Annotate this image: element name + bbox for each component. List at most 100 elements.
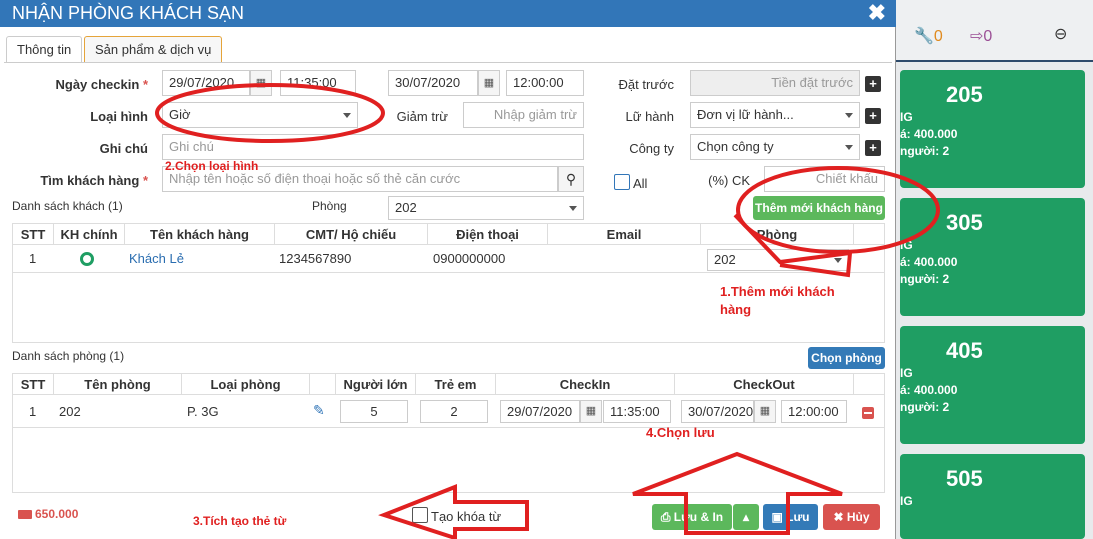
- chevron-down-icon: [569, 206, 577, 211]
- loai-hinh-label: Loại hình: [90, 109, 148, 124]
- checkin-modal: NHẬN PHÒNG KHÁCH SẠN ✖ Thông tin Sản phẩ…: [0, 0, 896, 539]
- guest-table-header: STT KH chính Tên khách hàng CMT/ Hộ chiế…: [13, 224, 884, 245]
- calendar-icon[interactable]: ▦: [478, 70, 500, 96]
- tim-kh-label: Tìm khách hàng *: [40, 173, 148, 188]
- floppy-icon: ▣: [771, 510, 787, 524]
- children-input[interactable]: 2: [420, 400, 488, 423]
- add-customer-button[interactable]: Thêm mới khách hàng: [753, 196, 885, 220]
- col-header: STT: [13, 374, 54, 395]
- lu-hanh-label: Lữ hành: [625, 109, 674, 124]
- giam-tru-label: Giảm trừ: [396, 109, 448, 124]
- guest-room-select[interactable]: 202: [707, 249, 849, 271]
- cong-ty-value: Chọn công ty: [697, 139, 774, 154]
- cancel-button[interactable]: ✖ Hủy: [823, 504, 880, 530]
- ghi-chu-input[interactable]: Ghi chú: [162, 134, 584, 160]
- room-line3: người: 2: [900, 272, 950, 286]
- room-list-label: Danh sách phòng (1): [12, 349, 125, 363]
- cong-ty-select[interactable]: Chọn công ty: [690, 134, 860, 160]
- tab-thong-tin[interactable]: Thông tin: [6, 36, 83, 63]
- table-row: 1 202 P. 3G ✎ 5 2 29/07/2020 ▦ 11:35:00 …: [13, 396, 884, 428]
- room-checkout-time[interactable]: 12:00:00: [781, 400, 847, 423]
- wrench-icon[interactable]: 🔧0: [914, 26, 943, 46]
- col-header: STT: [13, 224, 54, 245]
- plus-icon[interactable]: +: [865, 108, 881, 124]
- tab-san-pham-dich-vu[interactable]: Sản phẩm & dịch vụ: [84, 36, 223, 63]
- room-number: 305: [946, 210, 983, 235]
- save-print-dropdown[interactable]: ▴: [733, 504, 759, 530]
- cell-stt: 1: [29, 404, 37, 419]
- room-table-header: STT Tên phòng Loại phòng Người lớn Trẻ e…: [13, 374, 884, 395]
- phong-label: Phòng: [312, 199, 347, 213]
- all-label: All: [633, 176, 648, 191]
- cell-stt: 1: [29, 251, 37, 266]
- primary-customer-radio[interactable]: [80, 252, 94, 266]
- col-header: CheckOut: [675, 374, 854, 395]
- adults-input[interactable]: 5: [340, 400, 408, 423]
- dat-truoc-input[interactable]: Tiền đặt trước: [690, 70, 860, 96]
- tab-divider: [4, 62, 892, 63]
- annotation-step-3: 3.Tích tạo thẻ từ: [193, 514, 287, 528]
- room-line2: á: 400.000: [900, 127, 958, 141]
- tao-khoa-tu-label: Tạo khóa từ: [431, 509, 502, 524]
- room-line1: IG: [900, 110, 913, 124]
- choose-room-button[interactable]: Chọn phòng: [808, 347, 885, 369]
- close-icon[interactable]: ✖: [868, 0, 886, 26]
- lu-hanh-select[interactable]: Đơn vị lữ hành...: [690, 102, 860, 128]
- phong-select[interactable]: 202: [388, 196, 584, 220]
- calendar-icon[interactable]: ▦: [250, 70, 272, 96]
- room-table: STT Tên phòng Loại phòng Người lớn Trẻ e…: [12, 373, 885, 493]
- room-number: 405: [946, 338, 983, 363]
- room-number: 205: [946, 82, 983, 107]
- col-header: Điện thoại: [428, 224, 548, 245]
- room-card-305[interactable]: 305 IG á: 400.000 người: 2: [900, 198, 1085, 316]
- room-checkin-date[interactable]: 29/07/2020: [500, 400, 580, 423]
- sign-out-icon[interactable]: ⇨0: [970, 26, 992, 46]
- calendar-icon[interactable]: ▦: [580, 400, 602, 423]
- cell-room-name: 202: [59, 404, 81, 419]
- room-card-405[interactable]: 405 IG á: 400.000 người: 2: [900, 326, 1085, 444]
- all-checkbox[interactable]: [614, 174, 630, 190]
- cong-ty-label: Công ty: [629, 141, 674, 156]
- col-header: Phòng: [701, 224, 854, 245]
- loai-hinh-select[interactable]: Giờ: [162, 102, 358, 128]
- col-header: CMT/ Hộ chiếu: [275, 224, 428, 245]
- cell-id: 1234567890: [279, 251, 352, 266]
- room-card-505[interactable]: 505 IG: [900, 454, 1085, 539]
- printer-icon: ⎙: [660, 510, 674, 524]
- giam-tru-input[interactable]: Nhập giảm trừ: [463, 102, 584, 128]
- room-line3: người: 2: [900, 400, 950, 414]
- edit-icon[interactable]: ✎: [313, 402, 325, 419]
- save-print-button[interactable]: ⎙ Lưu & In: [652, 504, 732, 530]
- room-checkin-time[interactable]: 11:35:00: [603, 400, 671, 423]
- cell-customer-name[interactable]: Khách Lẻ: [129, 246, 184, 272]
- checkin-label: Ngày checkin *: [55, 77, 148, 92]
- checkin-date-input[interactable]: 29/07/2020: [162, 70, 250, 96]
- table-row: 1 Khách Lẻ 1234567890 0900000000 202: [13, 246, 884, 273]
- annotation-step-1b: hàng: [720, 302, 752, 317]
- ghi-chu-label: Ghi chú: [99, 141, 148, 156]
- save-button[interactable]: ▣ Lưu: [763, 504, 818, 530]
- plus-icon[interactable]: +: [865, 76, 881, 92]
- room-line1: IG: [900, 366, 913, 380]
- toggle-icon[interactable]: ⊖: [1054, 24, 1067, 44]
- tao-khoa-tu-checkbox[interactable]: [412, 507, 428, 523]
- checkout-time-input[interactable]: 12:00:00: [506, 70, 584, 96]
- chevron-down-icon: [845, 113, 853, 118]
- guest-room-value: 202: [714, 252, 736, 267]
- ck-input[interactable]: Chiết khấu: [764, 166, 885, 192]
- checkout-date-input[interactable]: 30/07/2020: [388, 70, 478, 96]
- money-icon: [18, 510, 32, 520]
- plus-icon[interactable]: +: [865, 140, 881, 156]
- room-line1: IG: [900, 494, 913, 508]
- annotation-step-1: 1.Thêm mới khách: [720, 284, 835, 299]
- remove-room-icon[interactable]: [862, 407, 874, 419]
- checkin-time-input[interactable]: 11:35:00: [280, 70, 356, 96]
- chevron-down-icon: [845, 145, 853, 150]
- col-header-blank: [310, 374, 336, 395]
- search-icon[interactable]: ⚲: [558, 166, 584, 192]
- sign-out-count: 0: [983, 28, 993, 45]
- chevron-down-icon: [834, 258, 842, 263]
- room-card-205[interactable]: 205 IG á: 400.000 người: 2: [900, 70, 1085, 188]
- calendar-icon[interactable]: ▦: [754, 400, 776, 423]
- room-checkout-date[interactable]: 30/07/2020: [681, 400, 754, 423]
